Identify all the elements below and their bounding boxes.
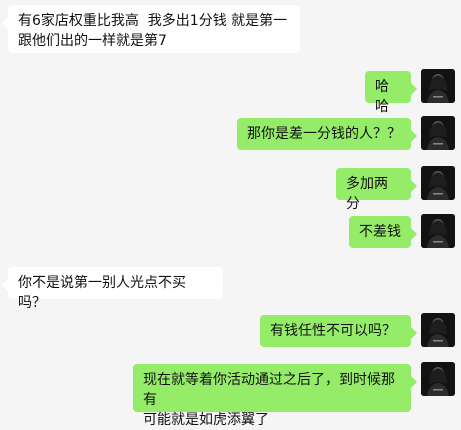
chat-message-list: 有6家店权重比我高 我多出1分钱 就是第一 跟他们出的一样就是第7 哈哈 那你是…	[0, 0, 461, 428]
user-avatar-icon[interactable]	[421, 166, 455, 200]
avatar-portrait-icon	[421, 69, 455, 103]
user-avatar-icon[interactable]	[421, 362, 455, 396]
user-avatar-icon[interactable]	[421, 214, 455, 248]
message-bubble-outgoing[interactable]: 有钱任性不可以吗？	[260, 315, 417, 347]
avatar-portrait-icon	[421, 116, 455, 150]
message-bubble-outgoing[interactable]: 多加两分	[336, 168, 417, 212]
message-bubble-outgoing[interactable]: 哈哈	[365, 71, 417, 115]
avatar-portrait-icon	[421, 313, 455, 347]
user-avatar-icon[interactable]	[421, 313, 455, 347]
user-avatar-icon[interactable]	[421, 69, 455, 103]
user-avatar-icon[interactable]	[421, 116, 455, 150]
message-bubble-incoming[interactable]: 你不是说第一别人光点不买吗？	[2, 267, 223, 311]
message-bubble-incoming[interactable]: 有6家店权重比我高 我多出1分钱 就是第一 跟他们出的一样就是第7	[2, 5, 300, 53]
avatar-portrait-icon	[421, 362, 455, 396]
message-bubble-outgoing[interactable]: 现在就等着你活动通过之后了，到时候那有 可能就是如虎添翼了	[133, 364, 417, 428]
avatar-portrait-icon	[421, 166, 455, 200]
message-bubble-outgoing[interactable]: 那你是差一分钱的人？？	[237, 118, 417, 150]
avatar-portrait-icon	[421, 214, 455, 248]
message-bubble-outgoing[interactable]: 不差钱	[349, 216, 417, 248]
